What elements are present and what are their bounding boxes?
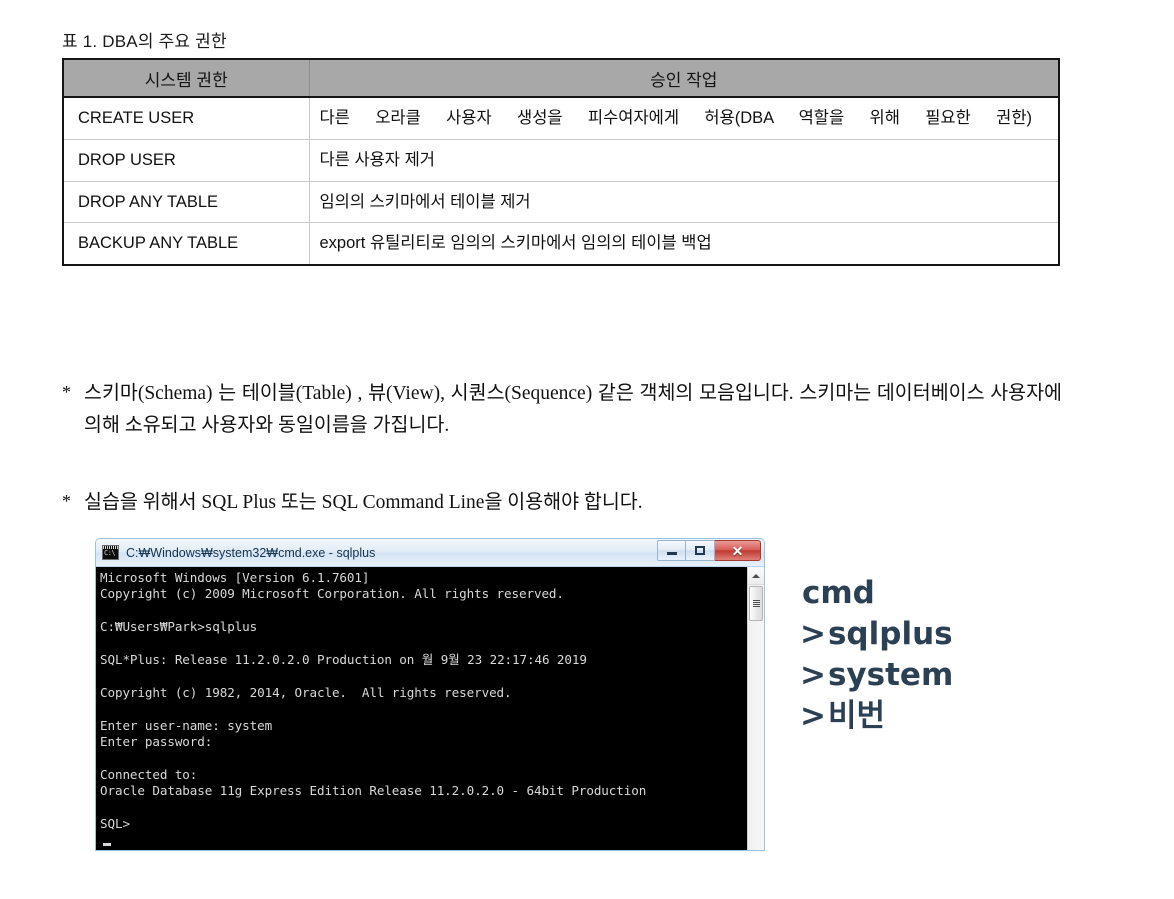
cell-description: 임의의 스키마에서 테이블 제거 xyxy=(309,180,1059,223)
scrollbar-thumb[interactable] xyxy=(749,586,763,621)
annotation-text: sqlplus xyxy=(827,616,953,652)
annotation-line-cmd: cmd xyxy=(800,573,953,614)
cell-privilege: DROP USER xyxy=(63,138,310,181)
cell-privilege: BACKUP ANY TABLE xyxy=(63,222,310,265)
console-output-area[interactable]: Microsoft Windows [Version 6.1.7601] Cop… xyxy=(96,567,764,850)
close-icon: ✕ xyxy=(731,542,744,559)
table-header-row: 시스템 권한 승인 작업 xyxy=(63,59,1059,98)
cell-privilege: CREATE USER xyxy=(63,97,310,140)
scroll-up-arrow-icon[interactable] xyxy=(748,567,764,585)
annotation-arrow: > xyxy=(800,698,826,734)
console-scrollbar[interactable] xyxy=(747,567,764,850)
annotation-steps: cmd >sqlplus >system >비번 xyxy=(800,573,953,737)
note-marker: * xyxy=(62,491,71,511)
note-marker: * xyxy=(62,382,71,402)
console-output-text: Microsoft Windows [Version 6.1.7601] Cop… xyxy=(100,570,647,832)
annotation-text: system xyxy=(827,657,954,693)
window-title: C:₩Windows₩system32₩cmd.exe - sqlplus xyxy=(126,545,376,560)
table-row: CREATE USER 다른 오라클 사용자 생성을 피수여자에게 허용(DBA… xyxy=(63,97,1059,140)
minimize-button[interactable] xyxy=(657,540,686,561)
note-practice: * 실습을 위해서 SQL Plus 또는 SQL Command Line을 … xyxy=(62,487,1062,519)
annotation-arrow: > xyxy=(800,657,826,693)
window-titlebar[interactable]: C:₩Windows₩system32₩cmd.exe - sqlplus ✕ xyxy=(96,539,764,567)
column-header-system-privilege: 시스템 권한 xyxy=(63,59,310,98)
cell-description: 다른 사용자 제거 xyxy=(309,138,1059,181)
window-controls[interactable]: ✕ xyxy=(657,540,761,561)
note-schema: * 스키마(Schema) 는 테이블(Table) , 뷰(View), 시퀀… xyxy=(62,378,1062,441)
maximize-icon xyxy=(695,546,705,555)
cell-description: 다른 오라클 사용자 생성을 피수여자에게 허용(DBA 역할을 위해 필요한 … xyxy=(319,109,1033,127)
cmd-console-window[interactable]: C:₩Windows₩system32₩cmd.exe - sqlplus ✕ … xyxy=(95,538,765,851)
cmd-icon xyxy=(102,545,119,560)
annotation-line-system: >system xyxy=(800,655,953,696)
note-text: 스키마(Schema) 는 테이블(Table) , 뷰(View), 시퀀스(… xyxy=(84,383,1062,436)
table-row: BACKUP ANY TABLE export 유틸리티로 임의의 스키마에서 … xyxy=(63,222,1059,265)
cell-description: export 유틸리티로 임의의 스키마에서 임의의 테이블 백업 xyxy=(309,222,1059,265)
annotation-text: 비번 xyxy=(827,698,886,734)
dba-privileges-table: 시스템 권한 승인 작업 CREATE USER 다른 오라클 사용자 생성을 … xyxy=(62,58,1060,266)
console-caret xyxy=(103,842,111,846)
minimize-icon xyxy=(666,552,677,555)
annotation-arrow: > xyxy=(800,616,826,652)
close-button[interactable]: ✕ xyxy=(715,540,761,561)
scrollbar-grip-icon xyxy=(752,600,760,607)
table-caption: 표 1. DBA의 주요 권한 xyxy=(62,32,227,51)
cell-privilege: DROP ANY TABLE xyxy=(63,180,310,223)
maximize-button[interactable] xyxy=(686,540,715,561)
annotation-text: cmd xyxy=(802,575,875,611)
table-row: DROP ANY TABLE 임의의 스키마에서 테이블 제거 xyxy=(63,180,1059,223)
annotation-line-sqlplus: >sqlplus xyxy=(800,614,953,655)
annotation-line-password: >비번 xyxy=(800,696,953,737)
note-text: 실습을 위해서 SQL Plus 또는 SQL Command Line을 이용… xyxy=(84,492,643,513)
column-header-authorized-operation: 승인 작업 xyxy=(309,59,1059,98)
table-row: DROP USER 다른 사용자 제거 xyxy=(63,138,1059,181)
